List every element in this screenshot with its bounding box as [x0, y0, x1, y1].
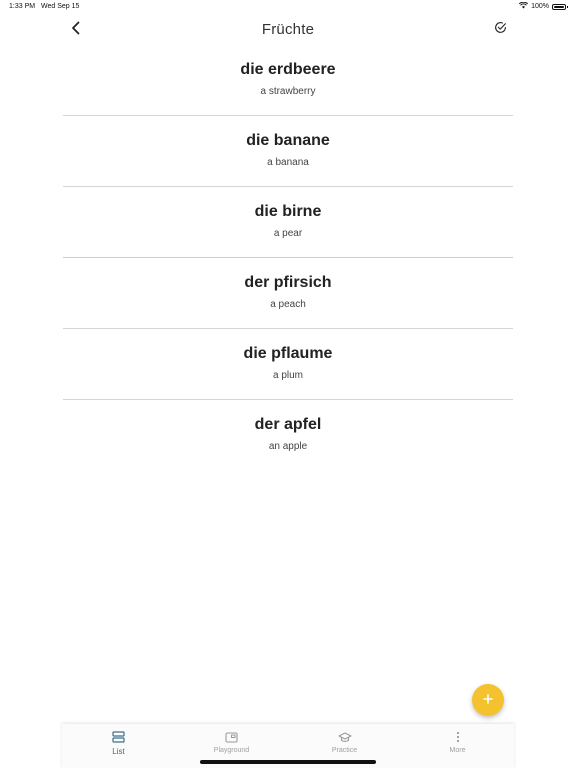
vocab-term: die birne [254, 203, 322, 220]
wifi-icon [519, 1, 529, 11]
add-word-button[interactable] [472, 684, 504, 716]
playground-icon [225, 730, 239, 744]
battery-percentage: 100% [531, 3, 549, 10]
vocab-term: der apfel [254, 416, 322, 433]
tab-label: Playground [213, 747, 250, 754]
select-all-button[interactable] [490, 20, 510, 40]
tab-list[interactable]: List [62, 724, 175, 768]
vocab-term: die pflaume [243, 345, 333, 362]
list-item[interactable]: die erdbeere a strawberry [63, 45, 513, 116]
more-vertical-icon [451, 730, 465, 744]
check-circle-icon [494, 21, 507, 39]
list-item[interactable]: die banane a banana [63, 116, 513, 187]
list-item[interactable]: der apfel an apple [63, 400, 513, 471]
vocab-translation: an apple [268, 441, 308, 452]
status-date: Wed Sep 15 [41, 3, 80, 10]
list-item[interactable]: der pfirsich a peach [63, 258, 513, 329]
navigation-header: Früchte [62, 16, 514, 44]
battery-icon [552, 3, 568, 10]
home-indicator [200, 760, 376, 764]
status-time: 1:33 PM [9, 3, 36, 10]
list-icon [112, 730, 126, 744]
tab-label: List [112, 747, 125, 756]
status-bar: 1:33 PM Wed Sep 15 100% [0, 0, 576, 14]
vocab-translation: a plum [272, 370, 303, 381]
tab-more[interactable]: More [401, 724, 514, 768]
vocab-term: die banane [246, 132, 330, 149]
vocab-term: der pfirsich [244, 274, 332, 291]
vocabulary-list: die erdbeere a strawberry die banane a b… [63, 45, 513, 471]
page-title: Früchte [261, 21, 315, 38]
tab-label: More [449, 747, 466, 754]
vocab-translation: a pear [273, 228, 303, 239]
vocab-translation: a strawberry [260, 86, 316, 97]
list-item[interactable]: die pflaume a plum [63, 329, 513, 400]
plus-icon [483, 691, 493, 709]
tab-label: Practice [331, 747, 358, 754]
list-item[interactable]: die birne a pear [63, 187, 513, 258]
status-indicators: 100% [519, 1, 568, 11]
vocab-translation: a banana [267, 157, 309, 168]
vocab-term: die erdbeere [240, 61, 336, 78]
graduation-cap-icon [337, 730, 352, 744]
vocab-translation: a peach [270, 299, 306, 310]
